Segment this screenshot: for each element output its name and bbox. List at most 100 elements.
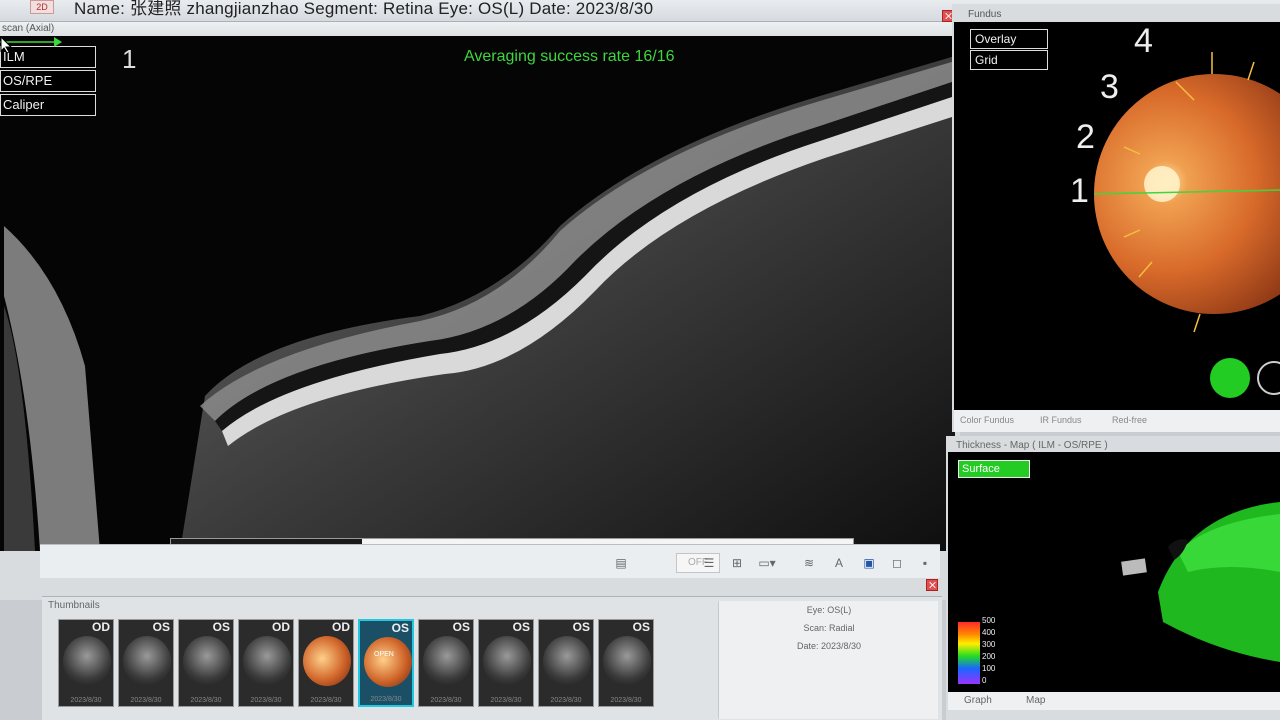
export-tool-icon[interactable]: ▪ [914,553,936,573]
grid-tool-icon[interactable]: ⊞ [726,553,748,573]
mouse-cursor-icon [0,36,12,54]
thumbnail-item[interactable]: OD 2023/8/30 [298,619,354,707]
info-eye: Eye: OS(L) [806,605,852,615]
averaging-rate-text: Averaging success rate 16/16 [464,48,675,65]
grid-button[interactable]: Grid [970,50,1048,70]
thumbnail-eye-label: OS [212,620,230,634]
grid-number-4: 4 [1134,22,1153,60]
thumbnail-image [243,636,291,686]
thumbnail-date: 2023/8/30 [190,697,222,704]
scale-label-500: 500 [982,616,996,625]
thumbnail-eye-label: OS [452,620,470,634]
thumbnail-date: 2023/8/30 [610,697,642,704]
thumbnail-item[interactable]: OS 2023/8/30 [118,619,174,707]
thumbnail-item[interactable]: OD 2023/8/30 [58,619,114,707]
measure-tool-icon[interactable]: ≋ [798,553,820,573]
thumbnail-eye-label: OS [391,621,409,635]
bscan-panel: scan (Axial) ILM OS/RPE Caliper 1 Averag… [0,10,960,600]
text-tool-icon[interactable]: A [828,553,850,573]
fundus-title: Fundus [968,9,1002,20]
scale-label-0: 0 [982,676,987,685]
thumbnail-image [63,636,111,686]
thumbnail-eye-label: OD [272,620,290,634]
grid-number-3: 3 [1100,68,1119,106]
thumbnail-image [123,636,171,686]
frame-number: 1 [122,44,137,74]
thumbnail-image [183,636,231,686]
thumbnail-item[interactable]: OS OPEN 2023/8/30 [358,619,414,707]
bscan-image[interactable]: ILM OS/RPE Caliper 1 Averaging success r… [0,36,955,551]
thumbnail-image [483,636,531,686]
thumbnail-date: 2023/8/30 [70,697,102,704]
layers-tool-icon[interactable]: ▤ [610,553,632,573]
dropdown-tool-icon[interactable]: ▭▾ [756,553,778,573]
fundus-image[interactable]: Overlay Grid 4 3 2 1 [954,22,1280,410]
fundus-panel: Fundus Overlay Grid 4 3 2 1 Color Fundus… [952,4,1280,432]
thumbnail-image [364,637,412,687]
thumbnail-date: 2023/8/30 [250,697,282,704]
thumbnail-eye-label: OS [512,620,530,634]
thumbnail-eye-label: OS [152,620,170,634]
layer-toggle-ilm[interactable]: ILM [0,46,96,68]
image-tool-icon[interactable]: ▣ [858,553,880,573]
thumbnail-eye-label: OS [632,620,650,634]
grid-number-1: 1 [1070,172,1089,210]
info-date: Date: 2023/8/30 [796,641,862,651]
thumbnail-image [543,636,591,686]
tab-map[interactable]: Map [1026,695,1045,706]
list-icon[interactable]: ☰ [698,553,720,573]
surface-button[interactable]: Surface [958,460,1030,478]
thumbnail-date: 2023/8/30 [130,697,162,704]
thumbnail-eye-label: OS [572,620,590,634]
retina-scan-graphic [4,56,955,551]
bscan-title: scan (Axial) [2,23,55,34]
overlay-button[interactable]: Overlay [970,29,1048,49]
thickness-surface-graphic [1121,502,1280,662]
thumbnail-date: 2023/8/30 [550,697,582,704]
thumbnail-item[interactable]: OS 2023/8/30 [478,619,534,707]
mode-tab-2d[interactable]: 2D [30,0,54,14]
thickness-map-view[interactable]: Surface 500 400 300 200 100 0 [948,452,1280,692]
layer-toggle-caliper[interactable]: Caliper [0,94,96,116]
thumbnails-title: Thumbnails [48,600,100,611]
thumbnail-image [303,636,351,686]
thumbnail-date: 2023/8/30 [310,697,342,704]
bscan-toolbar: ▤ OFF ☰ ⊞ ▭▾ ≋ A ▣ ◻ ▪ [40,544,940,578]
thumbnail-item[interactable]: OD 2023/8/30 [238,619,294,707]
thumbnail-date: 2023/8/30 [490,697,522,704]
thumbnails-panel: Thumbnails OD 2023/8/30 OS 2023/8/30 OS 2023/… [42,579,942,720]
thumbnail-item[interactable]: OS 2023/8/30 [598,619,654,707]
scale-label-400: 400 [982,628,996,637]
scale-label-100: 100 [982,664,996,673]
tab-graph[interactable]: Graph [964,695,992,706]
tab-red-free[interactable]: Red-free [1112,415,1147,425]
scale-label-200: 200 [982,652,996,661]
thumbnail-open-label: OPEN [374,651,394,658]
layer-toggle-os-rpe[interactable]: OS/RPE [0,70,96,92]
thickness-title: Thickness - Map ( ILM - OS/RPE ) [956,440,1108,451]
thumbnail-image [603,636,651,686]
bscan-header: scan (Axial) [0,10,960,36]
thumbnail-eye-label: OD [332,620,350,634]
patient-info: Name: 张建照 zhangjianzhao Segment: Retina … [74,0,654,18]
oct-viewer-window: 2D Name: 张建照 zhangjianzhao Segment: Reti… [0,0,1280,720]
thumbnail-item[interactable]: OS 2023/8/30 [418,619,474,707]
tab-color-fundus[interactable]: Color Fundus [960,415,1014,425]
thickness-color-scale [958,622,980,684]
tab-ir-fundus[interactable]: IR Fundus [1040,415,1082,425]
fundus-tabs: Color Fundus IR Fundus Red-free [954,410,1280,432]
thickness-tabs: Graph Map [948,692,1280,710]
thickness-map-panel: Thickness - Map ( ILM - OS/RPE ) Surface… [946,436,1280,720]
thumbnail-item[interactable]: OS 2023/8/30 [538,619,594,707]
thumbnail-date: 2023/8/30 [430,697,462,704]
close-icon[interactable] [926,579,938,591]
thumbnail-date: 2023/8/30 [370,696,402,703]
scale-label-300: 300 [982,640,996,649]
info-scan: Scan: Radial [803,623,855,633]
grid-number-2: 2 [1076,118,1095,156]
frame-tool-icon[interactable]: ◻ [886,553,908,573]
thumbnail-item[interactable]: OS 2023/8/30 [178,619,234,707]
thumbnail-image [423,636,471,686]
thumbnail-eye-label: OD [92,620,110,634]
scan-info-box: Eye: OS(L) Scan: Radial Date: 2023/8/30 [718,601,938,719]
